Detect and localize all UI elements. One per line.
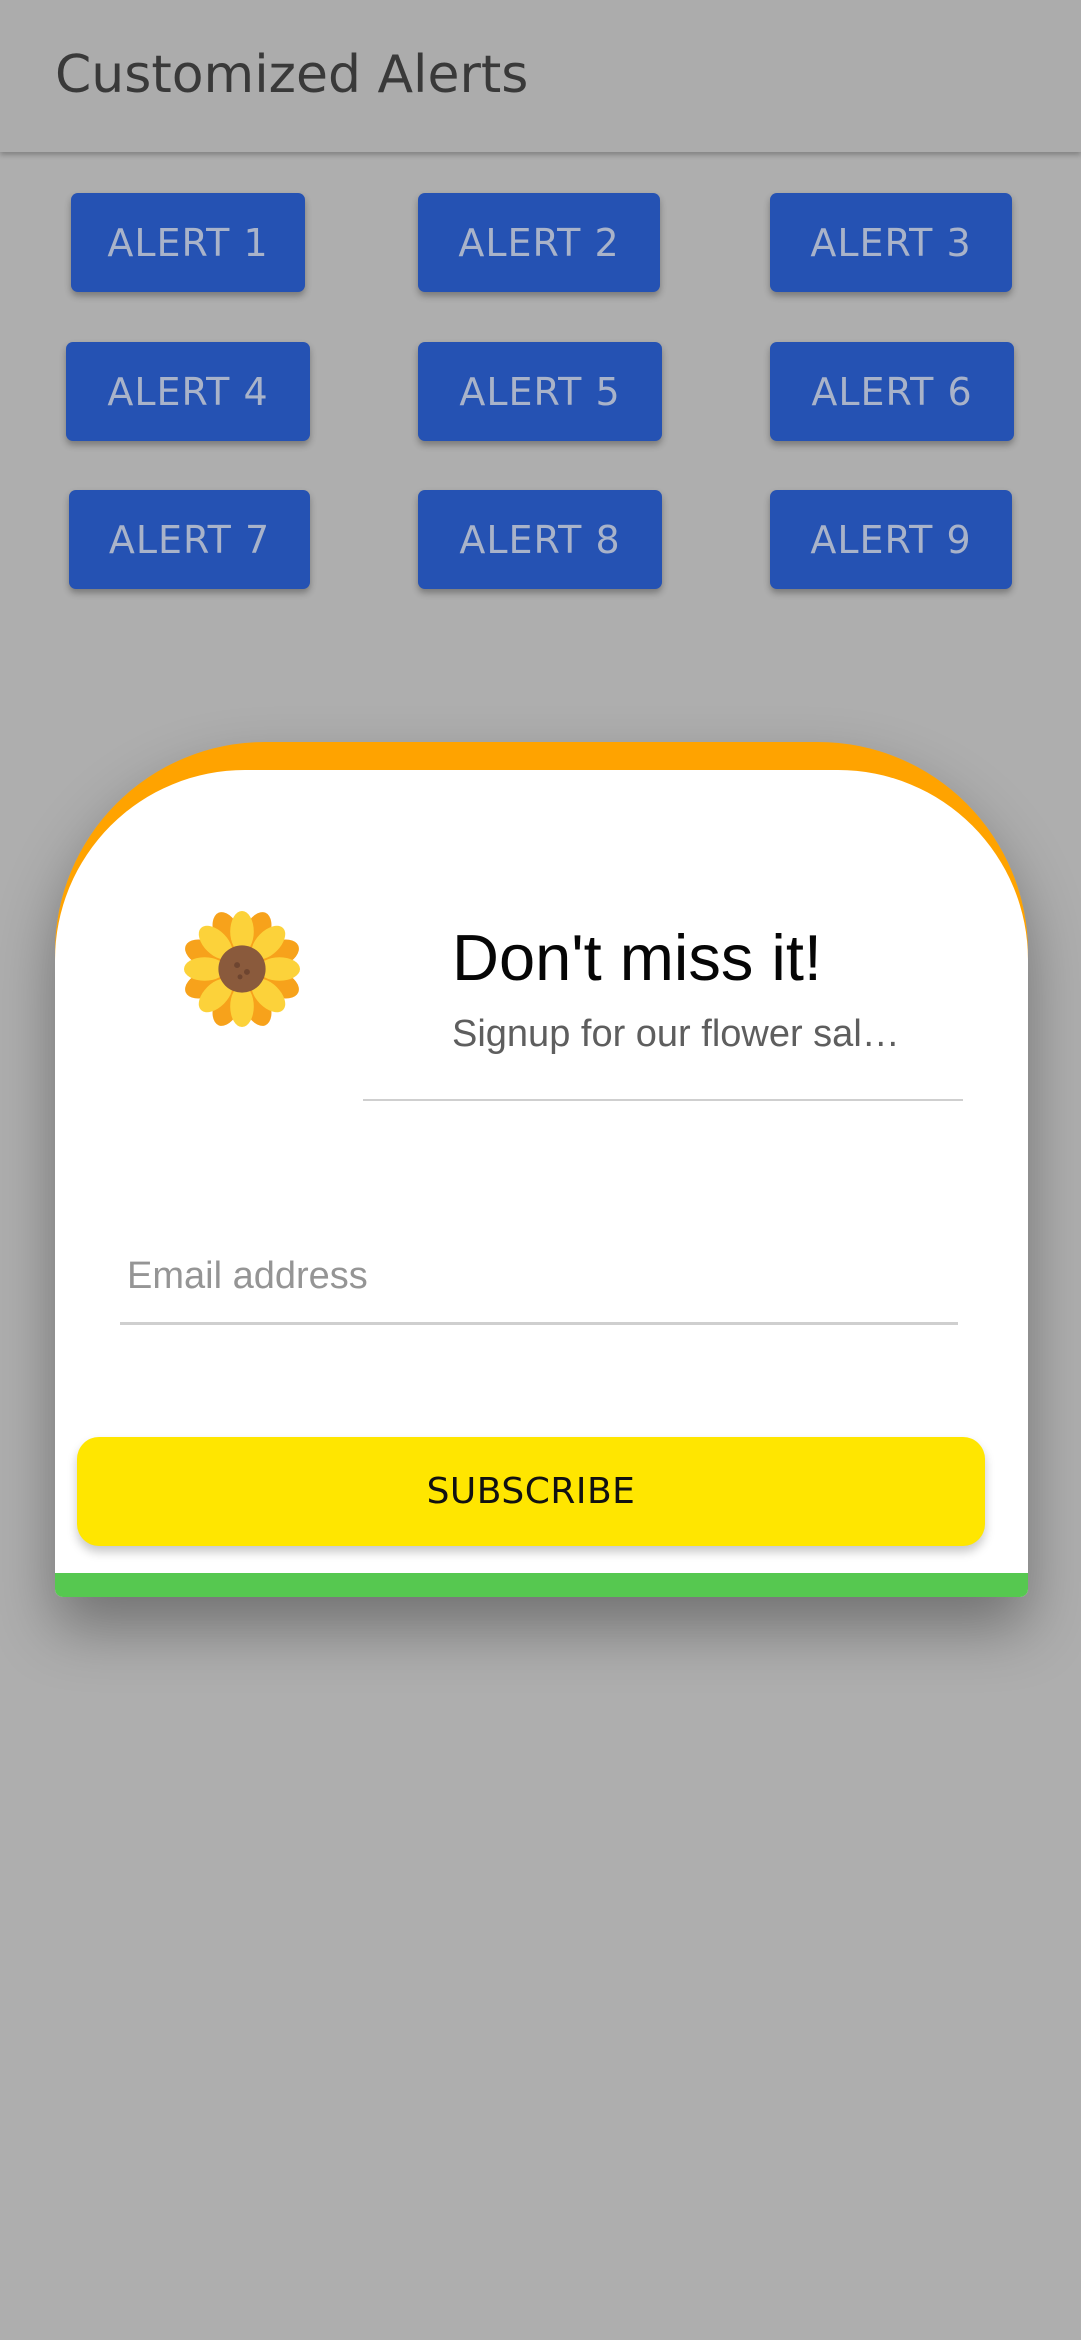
alert-7-button[interactable]: ALERT 7 bbox=[69, 490, 310, 589]
app-bar: Customized Alerts bbox=[0, 0, 1081, 152]
sunflower-icon bbox=[183, 910, 301, 1028]
alert-4-button[interactable]: ALERT 4 bbox=[66, 342, 310, 441]
subscribe-dialog: Don't miss it! Signup for our flower sal… bbox=[55, 742, 1028, 1597]
alert-9-button[interactable]: ALERT 9 bbox=[770, 490, 1012, 589]
dialog-bottom-accent bbox=[55, 1573, 1028, 1597]
email-field[interactable] bbox=[120, 1230, 958, 1325]
subscribe-button[interactable]: SUBSCRIBE bbox=[77, 1437, 985, 1546]
alert-5-button[interactable]: ALERT 5 bbox=[418, 342, 662, 441]
alert-1-button[interactable]: ALERT 1 bbox=[71, 193, 305, 292]
dialog-subtitle: Signup for our flower sal… bbox=[452, 1013, 900, 1055]
dialog-title: Don't miss it! bbox=[452, 921, 822, 994]
alert-2-button[interactable]: ALERT 2 bbox=[418, 193, 660, 292]
title-divider bbox=[363, 1099, 963, 1101]
dialog-body: Don't miss it! Signup for our flower sal… bbox=[55, 770, 1028, 1597]
app-title: Customized Alerts bbox=[55, 45, 529, 105]
alert-8-button[interactable]: ALERT 8 bbox=[418, 490, 662, 589]
alert-6-button[interactable]: ALERT 6 bbox=[770, 342, 1014, 441]
alert-3-button[interactable]: ALERT 3 bbox=[770, 193, 1012, 292]
